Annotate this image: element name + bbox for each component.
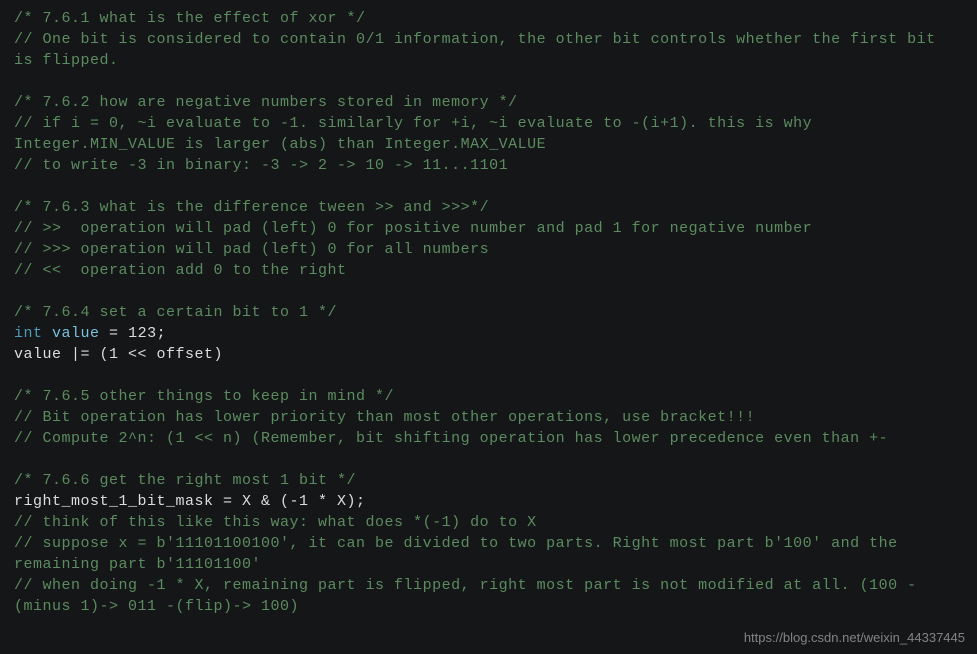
variable: value xyxy=(52,325,100,342)
section-title: /* 7.6.3 what is the difference tween >>… xyxy=(14,199,489,216)
comment-line: // to write -3 in binary: -3 -> 2 -> 10 … xyxy=(14,157,508,174)
assign: = xyxy=(100,325,129,342)
number: 123 xyxy=(128,325,157,342)
expr: |= (1 << offset) xyxy=(62,346,224,363)
section-title: /* 7.6.6 get the right most 1 bit */ xyxy=(14,472,356,489)
comment-line: // >>> operation will pad (left) 0 for a… xyxy=(14,241,489,258)
comment-line: // Compute 2^n: (1 << n) (Remember, bit … xyxy=(14,430,888,447)
comment-line: // << operation add 0 to the right xyxy=(14,262,347,279)
section-title: /* 7.6.4 set a certain bit to 1 */ xyxy=(14,304,337,321)
section-title: /* 7.6.2 how are negative numbers stored… xyxy=(14,94,518,111)
code-block: /* 7.6.1 what is the effect of xor */ //… xyxy=(0,0,977,654)
semicolon: ; xyxy=(157,325,167,342)
comment-line: // when doing -1 * X, remaining part is … xyxy=(14,577,917,615)
comment-line: // One bit is considered to contain 0/1 … xyxy=(14,31,945,69)
comment-line: // >> operation will pad (left) 0 for po… xyxy=(14,220,812,237)
comment-line: // suppose x = b'11101100100', it can be… xyxy=(14,535,907,573)
code-line: right_most_1_bit_mask = X & (-1 * X); xyxy=(14,493,366,510)
keyword: int xyxy=(14,325,43,342)
comment-line: // think of this like this way: what doe… xyxy=(14,514,537,531)
variable: value xyxy=(14,346,62,363)
comment-line: // if i = 0, ~i evaluate to -1. similarl… xyxy=(14,115,822,153)
section-title: /* 7.6.1 what is the effect of xor */ xyxy=(14,10,366,27)
section-title: /* 7.6.5 other things to keep in mind */ xyxy=(14,388,394,405)
comment-line: // Bit operation has lower priority than… xyxy=(14,409,755,426)
watermark: https://blog.csdn.net/weixin_44337445 xyxy=(744,627,965,648)
